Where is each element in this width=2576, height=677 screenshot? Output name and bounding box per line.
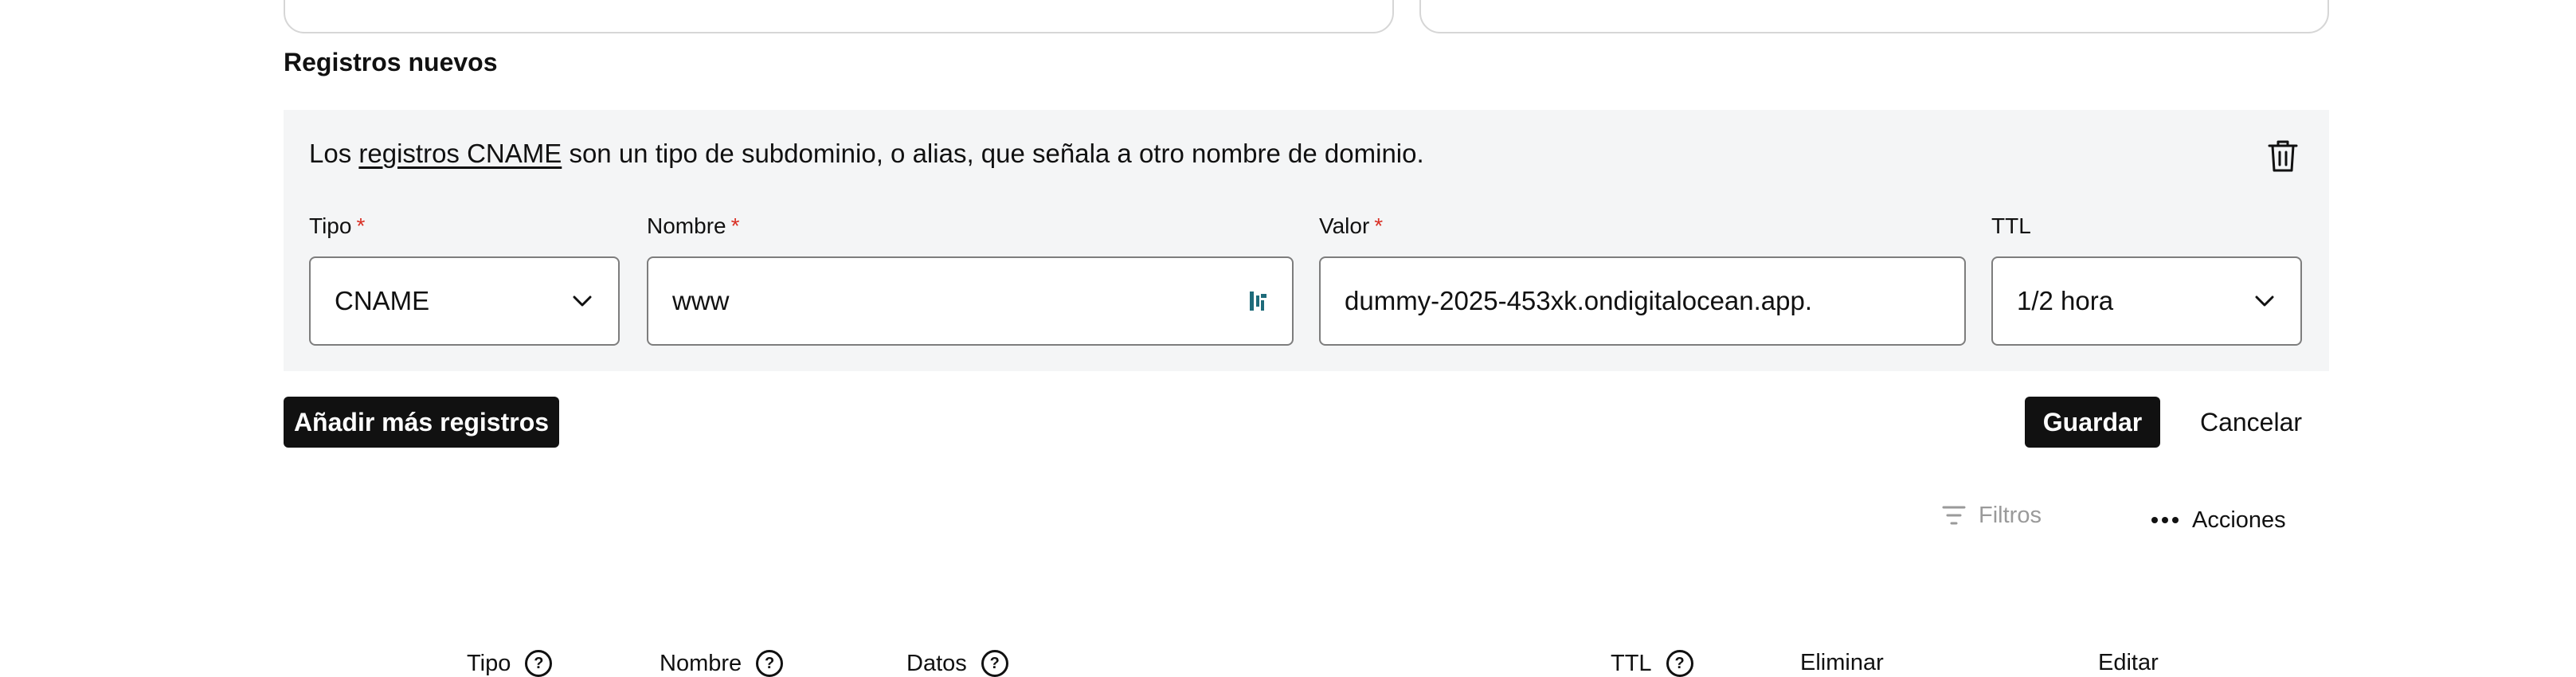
valor-input[interactable] — [1345, 286, 1940, 316]
required-mark: * — [1374, 213, 1384, 238]
cancel-button[interactable]: Cancelar — [2187, 397, 2315, 448]
top-card-right — [1419, 0, 2329, 33]
nombre-label: Nombre * — [647, 213, 740, 238]
column-header-tipo[interactable]: Tipo ? — [467, 650, 553, 677]
add-more-records-button[interactable]: Añadir más registros — [284, 397, 559, 448]
info-suffix: son un tipo de subdominio, o alias, que … — [569, 139, 1424, 168]
chevron-down-icon — [570, 289, 594, 313]
section-title: Registros nuevos — [284, 48, 498, 76]
ttl-select[interactable]: 1/2 hora — [1991, 256, 2302, 346]
nombre-input-wrapper — [647, 256, 1294, 346]
help-circle-icon[interactable]: ? — [1666, 650, 1693, 677]
trash-icon — [2268, 140, 2298, 172]
filters-button[interactable]: Filtros — [1942, 495, 2042, 535]
info-prefix: Los — [309, 139, 352, 168]
cname-info-text: Los registros CNAME son un tipo de subdo… — [309, 139, 1424, 169]
password-manager-icon[interactable] — [1249, 289, 1268, 313]
filters-label: Filtros — [1979, 502, 2042, 528]
valor-input-wrapper — [1319, 256, 1966, 346]
column-header-eliminar: Eliminar — [1800, 650, 1884, 675]
ttl-label: TTL — [1991, 213, 2031, 238]
ttl-select-value: 1/2 hora — [2017, 286, 2114, 315]
tipo-select[interactable]: CNAME — [309, 256, 620, 346]
required-mark: * — [730, 213, 740, 238]
column-header-nombre[interactable]: Nombre ? — [660, 650, 784, 677]
delete-record-button[interactable] — [2262, 135, 2304, 177]
column-header-ttl[interactable]: TTL ? — [1611, 650, 1693, 677]
save-button[interactable]: Guardar — [2025, 397, 2160, 448]
actions-label: Acciones — [2192, 507, 2286, 533]
column-header-datos[interactable]: Datos ? — [906, 650, 1008, 677]
help-circle-icon[interactable]: ? — [525, 650, 553, 677]
help-circle-icon[interactable]: ? — [756, 650, 784, 677]
help-circle-icon[interactable]: ? — [981, 650, 1008, 677]
tipo-label: Tipo * — [309, 213, 366, 238]
chevron-down-icon — [2253, 289, 2277, 313]
valor-label: Valor * — [1319, 213, 1384, 238]
tipo-select-value: CNAME — [335, 286, 430, 315]
cname-records-link[interactable]: registros CNAME — [358, 139, 562, 168]
filter-icon — [1942, 506, 1966, 525]
required-mark: * — [356, 213, 366, 238]
top-card-left — [284, 0, 1394, 33]
nombre-input[interactable] — [672, 286, 1249, 316]
column-header-editar: Editar — [2098, 650, 2159, 675]
actions-menu-button[interactable]: Acciones — [2151, 500, 2286, 540]
more-horizontal-icon — [2151, 517, 2179, 523]
